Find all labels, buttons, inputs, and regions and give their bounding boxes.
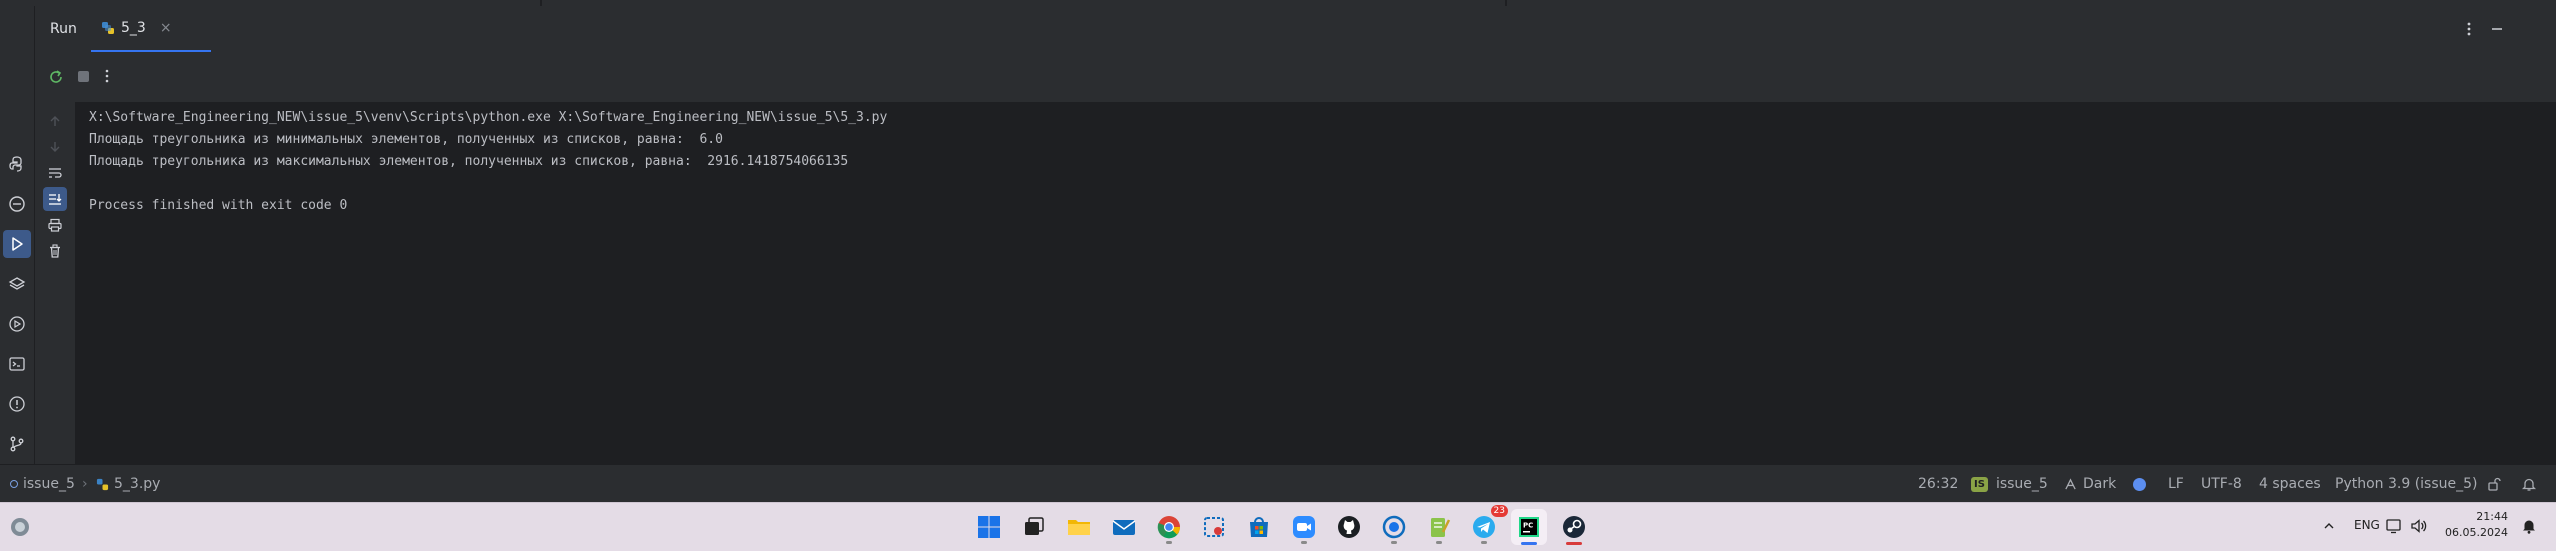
snipping-tool-icon[interactable]: [1196, 509, 1232, 545]
steam-icon[interactable]: [1556, 509, 1592, 545]
console-gutter: [35, 102, 75, 464]
run-title: Run: [50, 21, 77, 37]
run-tool-window: Run 5_3 × X:\Software_Engineering_NEW\is…: [35, 6, 2556, 464]
breadcrumb-project[interactable]: issue_5: [10, 465, 75, 503]
toolbar-more-icon[interactable]: [105, 69, 109, 83]
mail-icon[interactable]: [1106, 509, 1142, 545]
notifications-icon[interactable]: [2522, 465, 2536, 503]
notification-bell-icon[interactable]: [2521, 518, 2537, 534]
stop-icon[interactable]: [78, 71, 89, 82]
zoom-icon[interactable]: [1286, 509, 1322, 545]
task-view-icon[interactable]: [1016, 509, 1052, 545]
weather-widget-icon[interactable]: [8, 515, 32, 539]
theme-icon: [2064, 477, 2077, 491]
console-output[interactable]: X:\Software_Engineering_NEW\issue_5\venv…: [75, 102, 2556, 464]
python-file-icon: [96, 478, 109, 491]
clock-time: 21:44: [2476, 510, 2508, 523]
ai-assistant-icon[interactable]: [2133, 465, 2146, 503]
close-tab-icon[interactable]: ×: [160, 20, 172, 36]
file-encoding[interactable]: UTF-8: [2201, 465, 2242, 503]
status-bar: issue_5 › 5_3.py 26:32 IS issue_5 Dark L…: [0, 464, 2556, 503]
console-line: X:\Software_Engineering_NEW\issue_5\venv…: [89, 110, 888, 125]
unlock-icon[interactable]: [2487, 465, 2501, 503]
vcs-badge: IS: [1971, 476, 1988, 492]
python-console-icon[interactable]: [3, 190, 31, 218]
telegram-icon[interactable]: 23: [1466, 505, 1508, 545]
input-language[interactable]: ENG: [2354, 518, 2380, 532]
breadcrumb-file[interactable]: 5_3.py: [96, 465, 160, 503]
rerun-icon[interactable]: [48, 69, 64, 85]
git-icon[interactable]: [3, 430, 31, 458]
print-icon[interactable]: [48, 218, 62, 232]
caret-position[interactable]: 26:32: [1918, 465, 1958, 503]
file-explorer-icon[interactable]: [1061, 509, 1097, 545]
copilot-icon[interactable]: [1376, 509, 1412, 545]
run-config-tab[interactable]: 5_3 ×: [91, 6, 211, 52]
start-button-icon[interactable]: [971, 509, 1007, 545]
breadcrumb-separator: ›: [82, 476, 88, 492]
indent-setting[interactable]: 4 spaces: [2259, 465, 2321, 503]
arrow-up-icon[interactable]: [48, 114, 62, 128]
console-line: Площадь треугольника из минимальных элем…: [89, 132, 723, 147]
tool-window-stripe: [0, 6, 35, 464]
python-interpreter[interactable]: Python 3.9 (issue_5): [2335, 465, 2478, 503]
scroll-to-end-icon[interactable]: [43, 187, 67, 211]
unread-badge: 23: [1490, 505, 1508, 517]
github-icon[interactable]: [1331, 509, 1367, 545]
services-icon[interactable]: [3, 310, 31, 338]
hide-panel-icon[interactable]: [2490, 6, 2504, 52]
terminal-icon[interactable]: [3, 350, 31, 378]
run-icon[interactable]: [3, 230, 31, 258]
network-icon[interactable]: [2386, 518, 2404, 534]
arrow-down-icon[interactable]: [48, 140, 62, 154]
clock-date: 06.05.2024: [2445, 526, 2508, 539]
line-ending[interactable]: LF: [2168, 465, 2184, 503]
python-packages-icon[interactable]: [3, 150, 31, 178]
python-file-icon: [101, 21, 115, 35]
trash-icon[interactable]: [48, 244, 62, 258]
microsoft-store-icon[interactable]: [1241, 509, 1277, 545]
run-config-tab-label: 5_3: [121, 20, 146, 36]
show-hidden-icons-icon[interactable]: [2322, 519, 2336, 533]
theme-name: Dark: [2083, 476, 2117, 492]
svg-text:PC: PC: [1523, 522, 1533, 530]
run-tab-bar: Run 5_3 ×: [35, 6, 2556, 52]
project-name: issue_5: [23, 476, 75, 492]
layers-icon[interactable]: [3, 270, 31, 298]
pycharm-icon[interactable]: PC: [1511, 509, 1547, 545]
vcs-widget[interactable]: IS issue_5: [1971, 465, 2048, 503]
console-line: Площадь треугольника из максимальных эле…: [89, 154, 849, 169]
clock[interactable]: 21:44 06.05.2024: [2442, 509, 2508, 541]
chrome-icon[interactable]: [1151, 509, 1187, 545]
console-line: Process finished with exit code 0: [89, 198, 348, 213]
vcs-branch: issue_5: [1995, 476, 2048, 492]
windows-taskbar: 23 PC ENG 21:44 06.05.2024: [0, 502, 2556, 551]
volume-icon[interactable]: [2410, 518, 2428, 534]
file-name: 5_3.py: [114, 476, 161, 492]
theme-widget[interactable]: Dark: [2064, 465, 2116, 503]
problems-icon[interactable]: [3, 390, 31, 418]
project-icon: [10, 480, 18, 488]
soft-wrap-icon[interactable]: [48, 166, 62, 180]
run-toolbar: [35, 52, 2556, 102]
more-options-icon[interactable]: [2467, 6, 2471, 52]
notepad-icon[interactable]: [1421, 509, 1457, 545]
